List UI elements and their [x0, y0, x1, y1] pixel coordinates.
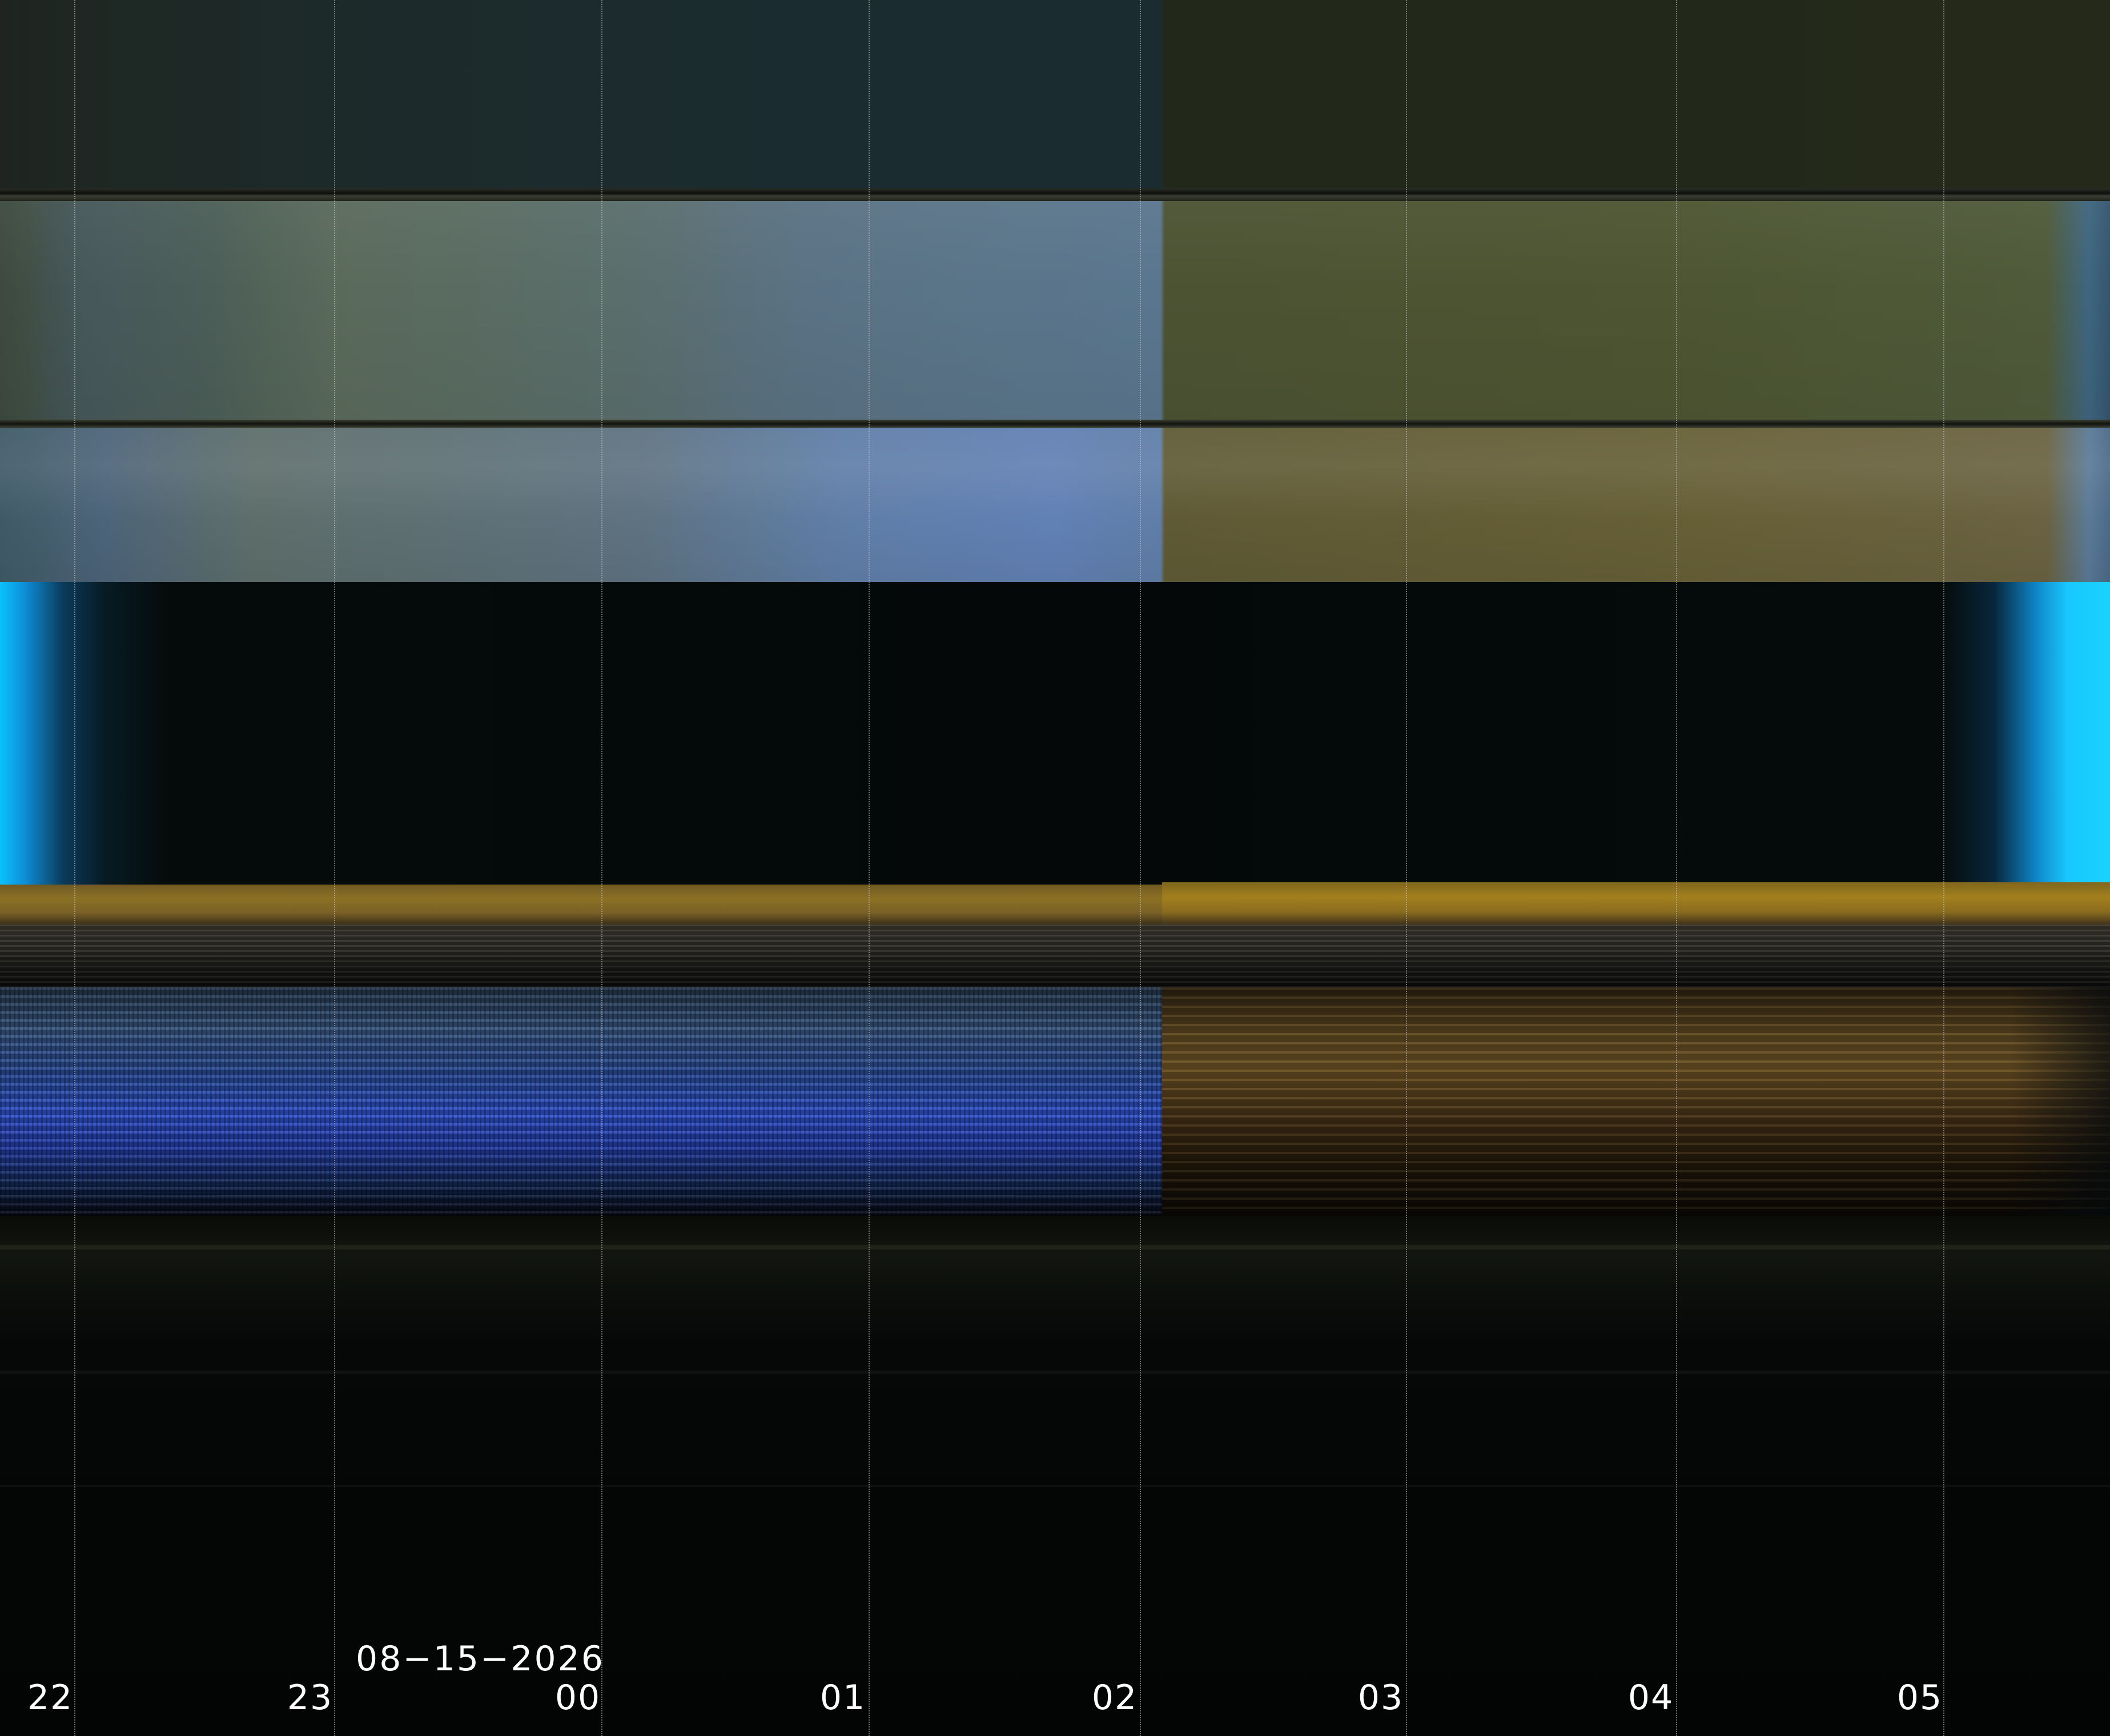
- hour-label: 01: [819, 1678, 866, 1718]
- dark-night-band: [0, 582, 2110, 885]
- hour-label: 05: [1896, 1678, 1943, 1718]
- blue-ground-band: [0, 987, 1162, 1216]
- hour-gridline: [869, 0, 870, 1736]
- hour-gridline: [74, 0, 75, 1736]
- hour-label: 04: [1627, 1678, 1674, 1718]
- hour-gridline: [1406, 0, 1407, 1736]
- ground-edge-fade: [2010, 987, 2110, 1216]
- streak-band: [0, 925, 2110, 987]
- hour-label: 23: [287, 1678, 333, 1718]
- hour-label: 00: [554, 1678, 601, 1718]
- top-dark-band: [0, 0, 2110, 188]
- brown-ground-band: [1162, 987, 2110, 1216]
- hour-label: 02: [1091, 1678, 1138, 1718]
- keogram-image: 08−15−2026 22 23 00 01 02 03 04 05: [0, 0, 2110, 1736]
- top-horizon-line: [0, 188, 2110, 201]
- lower-sky-band: [0, 428, 2110, 582]
- hour-gridline: [1140, 0, 1141, 1736]
- hour-label: 22: [27, 1678, 74, 1718]
- hour-gridline: [1943, 0, 1944, 1736]
- hour-gridline: [334, 0, 335, 1736]
- date-label: 08−15−2026: [356, 1639, 605, 1679]
- bottom-faint-line: [0, 1245, 2110, 1249]
- upper-sky-band: [0, 201, 2110, 424]
- bottom-faint-line: [0, 1485, 2110, 1487]
- bottom-faint-line: [0, 1371, 2110, 1374]
- bottom-dark-band: [0, 1216, 2110, 1736]
- golden-horizon-band-right: [1162, 882, 2110, 925]
- hour-gridline: [601, 0, 602, 1736]
- mid-sky-line: [0, 420, 2110, 428]
- hour-label: 03: [1357, 1678, 1404, 1718]
- hour-gridline: [1676, 0, 1677, 1736]
